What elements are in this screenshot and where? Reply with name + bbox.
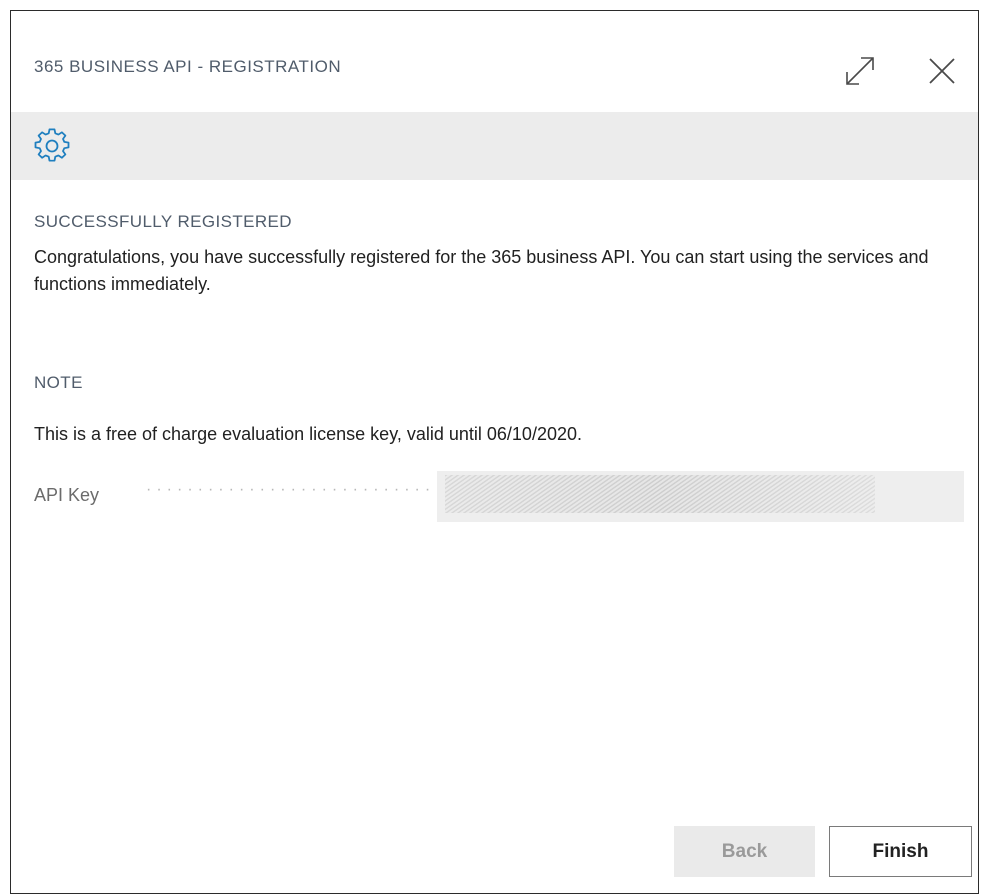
dialog-header: 365 BUSINESS API - REGISTRATION bbox=[11, 11, 978, 111]
note-message: This is a free of charge evaluation lice… bbox=[34, 424, 582, 444]
action-toolbar bbox=[11, 112, 978, 180]
expand-button[interactable] bbox=[840, 51, 880, 91]
close-icon bbox=[929, 58, 955, 84]
dialog-title: 365 BUSINESS API - REGISTRATION bbox=[34, 57, 342, 76]
expand-icon bbox=[846, 57, 874, 85]
finish-button[interactable]: Finish bbox=[829, 826, 972, 877]
api-key-field: API Key ································… bbox=[34, 471, 964, 522]
success-message: Congratulations, you have successfully r… bbox=[34, 247, 929, 294]
registration-dialog: 365 BUSINESS API - REGISTRATION SUCCESSF… bbox=[10, 10, 979, 894]
api-key-label: API Key bbox=[34, 485, 100, 505]
close-button[interactable] bbox=[922, 51, 962, 91]
back-button[interactable]: Back bbox=[674, 826, 815, 877]
api-key-value[interactable] bbox=[437, 471, 964, 522]
field-leader-dots: ········································… bbox=[146, 481, 436, 498]
redacted-value-blur bbox=[445, 475, 875, 513]
success-title: SUCCESSFULLY REGISTERED bbox=[34, 212, 292, 231]
dialog-content: SUCCESSFULLY REGISTERED Congratulations,… bbox=[34, 212, 964, 522]
note-title: NOTE bbox=[34, 373, 83, 392]
gear-icon[interactable] bbox=[34, 128, 70, 164]
